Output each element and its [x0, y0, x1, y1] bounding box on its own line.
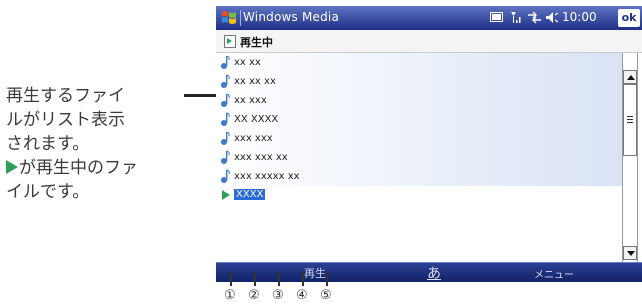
music-note-icon [221, 150, 230, 164]
callout-line-4: が再生中のファ [6, 156, 186, 180]
play-indicator-icon [222, 190, 230, 200]
music-note-icon [221, 93, 230, 107]
grip-line [627, 116, 633, 117]
tool-number-1: ① [224, 288, 236, 303]
callout-line-3: されます。 [6, 134, 90, 154]
play-indicator-icon [6, 160, 18, 174]
list-item[interactable]: xxx xxxxx xx [216, 167, 622, 186]
now-playing-label: 再生中 [240, 36, 273, 49]
track-name-playing: XXXX [234, 189, 266, 200]
list-item[interactable]: xx xx [216, 53, 622, 72]
music-note-icon [221, 74, 230, 88]
app-title: Windows Media [243, 10, 340, 24]
windows-start-icon[interactable] [220, 9, 238, 27]
callout-line-1: 再生するファイ [6, 86, 125, 106]
music-note-icon [221, 55, 230, 69]
grip-line [627, 119, 633, 120]
title-bar: Windows Media 10:00 ok [216, 6, 642, 30]
device-screen: Windows Media 10:00 ok 再生中 xx xx xx xx x… [216, 6, 642, 281]
track-name: xxx xxxxx xx [234, 171, 300, 182]
speaker-icon[interactable] [545, 11, 561, 24]
track-name: xx xx [234, 57, 261, 68]
list-item[interactable]: xxx xxx xx [216, 148, 622, 167]
list-item-now-playing[interactable]: XXXX [216, 186, 622, 205]
music-note-icon [221, 169, 230, 183]
scroll-up-button[interactable] [623, 70, 637, 84]
list-item[interactable]: XX XXXX [216, 110, 622, 129]
tool-number-2: ② [248, 288, 260, 303]
now-playing-icon [224, 35, 236, 48]
tool-number-labels: ① ② ③ ④ ⑤ [216, 288, 356, 305]
signal-icon[interactable] [510, 11, 522, 24]
callout-line-1 [230, 272, 232, 286]
callout-line-3 [278, 272, 280, 286]
arrow-up-icon [627, 75, 635, 80]
scroll-down-button[interactable] [623, 246, 637, 260]
list-item[interactable]: xxx xxx [216, 129, 622, 148]
tool-number-4: ④ [296, 288, 308, 303]
track-name: XX XXXX [234, 114, 279, 125]
now-playing-header: 再生中 [216, 30, 642, 53]
music-note-icon [221, 112, 230, 126]
arrow-down-icon [627, 251, 635, 256]
playlist: xx xx xx xx xx xx xxx XX XXXX xxx xxx xx… [216, 53, 622, 262]
connectivity-icon[interactable] [527, 11, 543, 24]
list-item[interactable]: xx xxx [216, 91, 622, 110]
callout-line-4 [302, 272, 304, 286]
track-name: xxx xxx xx [234, 152, 288, 163]
callout-leader-line [184, 94, 218, 97]
music-note-icon [221, 131, 230, 145]
battery-icon[interactable] [490, 12, 504, 22]
callout-line-5: イルです。 [6, 182, 90, 202]
scroll-thumb[interactable] [623, 84, 637, 156]
ok-button[interactable]: ok [618, 9, 640, 27]
playlist-scrollbar[interactable] [622, 53, 638, 262]
grip-line [627, 122, 633, 123]
softkey-play[interactable]: 再生 [304, 265, 326, 281]
callout-text: 再生するファイ ルがリスト表示 されます。 が再生中のファ イルです。 [6, 84, 186, 204]
callout-line-2 [254, 272, 256, 286]
softkey-menu[interactable]: メニュー [534, 266, 574, 281]
title-separator [240, 10, 241, 26]
input-panel-button[interactable]: あ [427, 263, 441, 283]
track-name: xxx xxx [234, 133, 273, 144]
clock-text[interactable]: 10:00 [562, 10, 597, 24]
tool-number-5: ⑤ [320, 288, 332, 303]
tool-number-3: ③ [272, 288, 284, 303]
callout-line-2: ルがリスト表示 [6, 110, 125, 130]
list-item[interactable]: xx xx xx [216, 72, 622, 91]
track-name: xx xx xx [234, 76, 276, 87]
callout-line-5 [326, 272, 328, 286]
track-name: xx xxx [234, 95, 267, 106]
